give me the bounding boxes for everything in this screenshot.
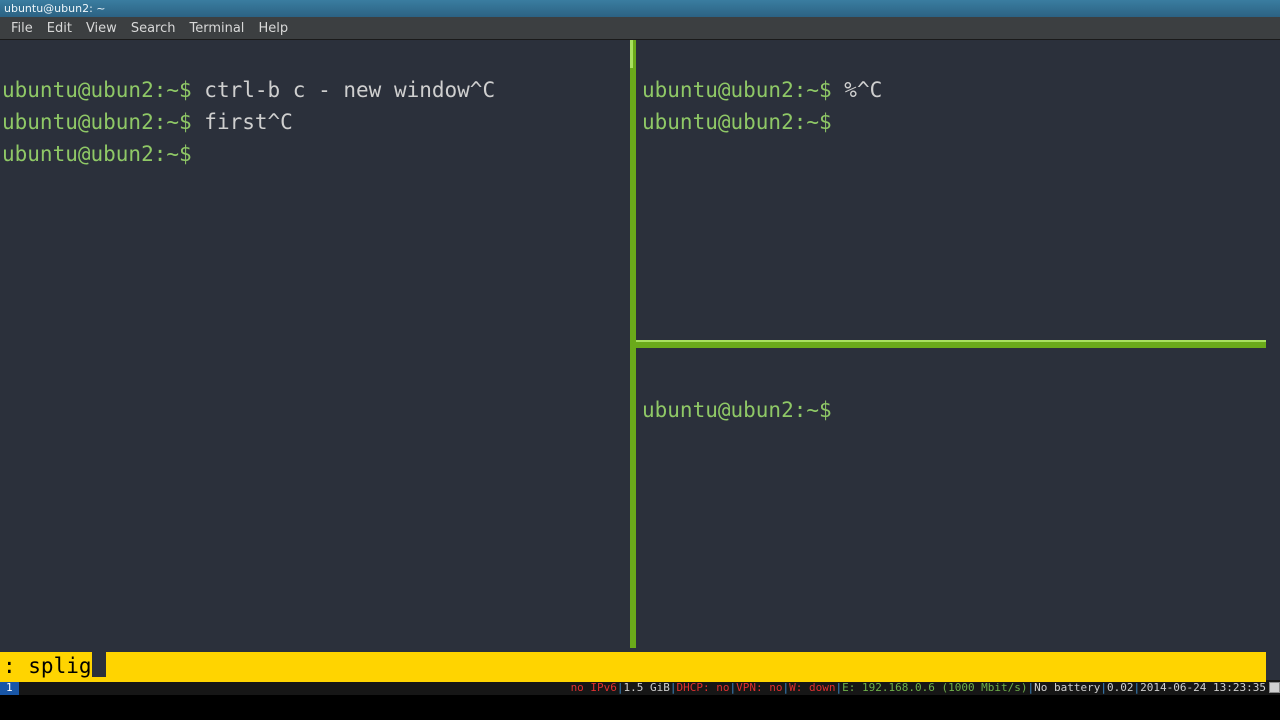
- menu-file[interactable]: File: [4, 21, 40, 36]
- shell-prompt: ubuntu@ubun2:~$: [642, 78, 844, 102]
- shell-command: first^C: [204, 110, 293, 134]
- cursor: [92, 651, 106, 677]
- status-vpn: VPN: no: [736, 680, 782, 695]
- status-dhcp: DHCP: no: [677, 680, 730, 695]
- shell-prompt: ubuntu@ubun2:~$: [2, 110, 204, 134]
- pane-divider-horizontal[interactable]: [636, 342, 1266, 348]
- shell-prompt: ubuntu@ubun2:~$: [2, 142, 204, 166]
- status-wlan: W: down: [789, 680, 835, 695]
- window-title: ubuntu@ubun2: ~: [4, 2, 106, 15]
- workspace-indicator[interactable]: 1: [0, 680, 19, 695]
- shell-prompt: ubuntu@ubun2:~$: [2, 78, 204, 102]
- shell-command: ctrl-b c - new window^C: [204, 78, 495, 102]
- pane-right-top[interactable]: ubuntu@ubun2:~$ %^C ubuntu@ubun2:~$: [640, 40, 1266, 340]
- shell-command: %^C: [844, 78, 882, 102]
- cmdbar-right-gutter: [1266, 648, 1280, 680]
- cmdbar-border: [0, 648, 1280, 652]
- pane-divider-vertical[interactable]: [630, 40, 636, 680]
- status-eth: E: 192.168.0.6 (1000 Mbit/s): [842, 680, 1027, 695]
- i3-status-bar: 1 no IPv6|1.5 GiB|DHCP: no|VPN: no|W: do…: [0, 680, 1280, 695]
- menu-help[interactable]: Help: [251, 21, 295, 36]
- shell-prompt: ubuntu@ubun2:~$: [642, 110, 844, 134]
- menu-edit[interactable]: Edit: [40, 21, 79, 36]
- window-titlebar: ubuntu@ubun2: ~: [0, 0, 1280, 17]
- status-battery: No battery: [1034, 680, 1100, 695]
- right-gutter: [1266, 40, 1280, 648]
- tray-icon[interactable]: [1269, 682, 1280, 693]
- status-load: 0.02: [1107, 680, 1134, 695]
- status-ipv6: no IPv6: [571, 680, 617, 695]
- status-memory: 1.5 GiB: [624, 680, 670, 695]
- status-datetime: 2014-06-24 13:23:35: [1140, 680, 1266, 695]
- pane-left[interactable]: ubuntu@ubun2:~$ ctrl-b c - new window^C …: [0, 40, 630, 648]
- tmux-workspace: ubuntu@ubun2:~$ ctrl-b c - new window^C …: [0, 40, 1280, 680]
- shell-prompt: ubuntu@ubun2:~$: [642, 398, 844, 422]
- tmux-command-prompt[interactable]: : splig: [0, 650, 1266, 682]
- pane-right-bottom[interactable]: ubuntu@ubun2:~$: [640, 360, 1266, 648]
- menu-terminal[interactable]: Terminal: [182, 21, 251, 36]
- menu-view[interactable]: View: [79, 21, 124, 36]
- status-right: no IPv6|1.5 GiB|DHCP: no|VPN: no|W: down…: [571, 680, 1280, 695]
- menu-bar: File Edit View Search Terminal Help: [0, 17, 1280, 40]
- menu-search[interactable]: Search: [124, 21, 183, 36]
- tmux-command-text: : splig: [3, 654, 92, 678]
